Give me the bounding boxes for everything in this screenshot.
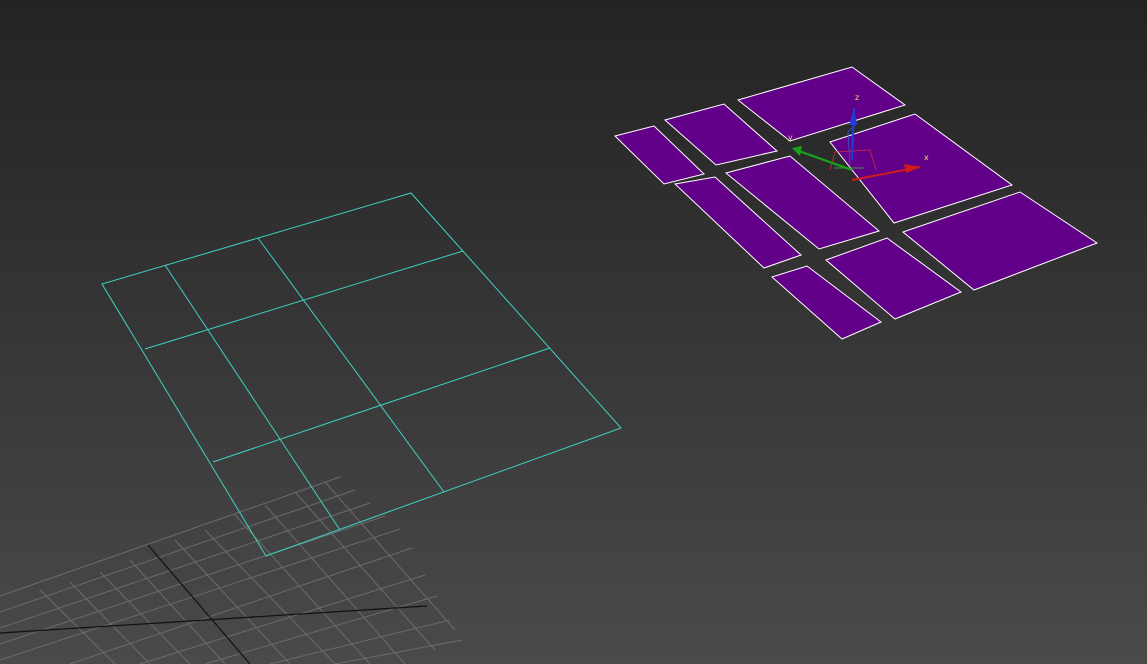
gizmo-y-label: y bbox=[788, 133, 793, 142]
perspective-viewport[interactable]: z x y bbox=[0, 0, 1147, 664]
wireframe-edge bbox=[164, 264, 341, 531]
gizmo-z-label: z bbox=[855, 93, 859, 102]
home-grid bbox=[0, 476, 463, 664]
wireframe-plane[interactable] bbox=[101, 192, 622, 557]
gizmo-x-label: x bbox=[924, 153, 929, 162]
wireframe-plane-border bbox=[101, 192, 622, 557]
scene-canvas[interactable]: z x y bbox=[0, 0, 1147, 664]
gizmo-y-arrow bbox=[792, 146, 802, 156]
wireframe-edge bbox=[212, 347, 551, 463]
wireframe-edge bbox=[257, 237, 445, 493]
selected-faces[interactable] bbox=[614, 66, 1099, 340]
